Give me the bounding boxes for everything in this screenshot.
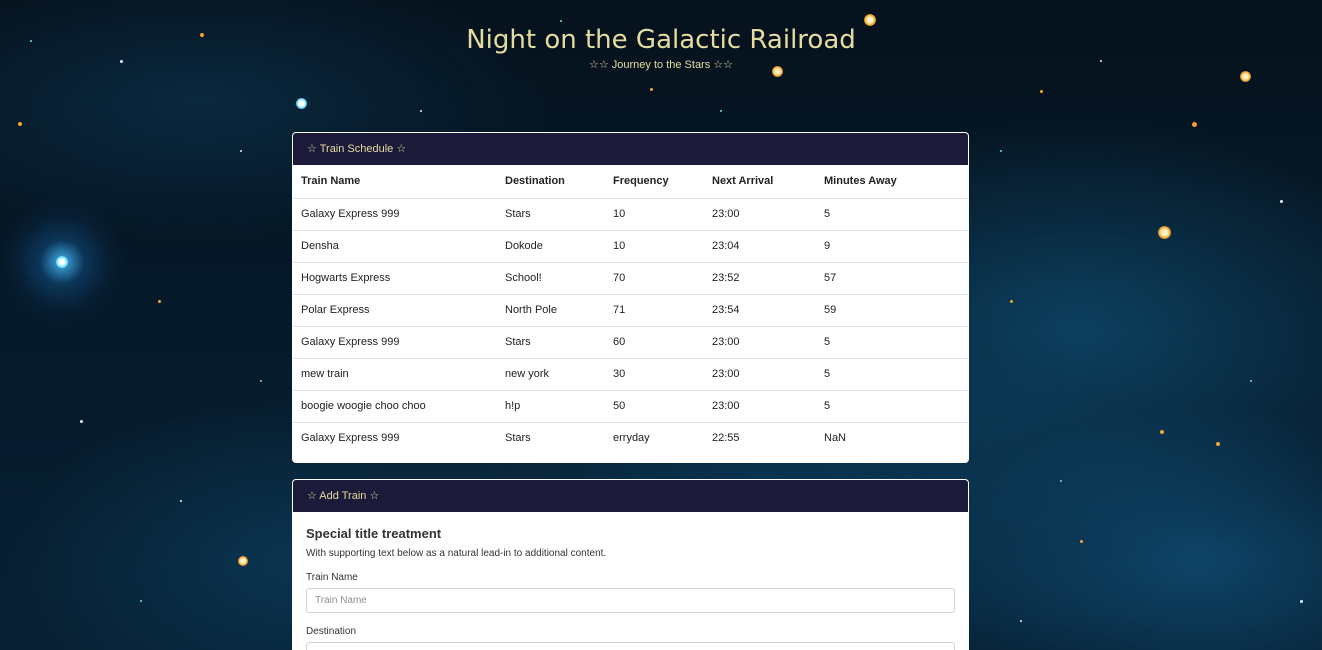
star (296, 98, 307, 109)
cell-train-name: Hogwarts Express (293, 261, 497, 294)
cell-next-arrival: 23:04 (704, 229, 816, 262)
cell-frequency: 71 (605, 293, 704, 326)
cell-frequency: 30 (605, 357, 704, 390)
cell-destination: Stars (505, 208, 531, 220)
star (1280, 200, 1283, 203)
cell-minutes-away: 9 (816, 229, 968, 262)
table-row: Galaxy Express 999 Stars 10 23:00 5 (293, 198, 968, 230)
cell-train-name: boogie woogie choo choo (293, 389, 497, 422)
star (1216, 442, 1220, 446)
train-schedule-table: Train Name Destination Frequency Next Ar… (293, 165, 968, 454)
star (240, 150, 242, 152)
cell-destination: Stars (497, 325, 605, 358)
cell-destination: Stars (497, 421, 605, 454)
add-train-form: Special title treatment With supporting … (293, 512, 968, 650)
star (1060, 480, 1062, 482)
add-train-header: ☆ Add Train ☆ (293, 480, 968, 512)
train-name-label: Train Name (306, 572, 358, 583)
cell-minutes-away: 5 (816, 357, 968, 390)
destination-label: Destination (306, 626, 357, 637)
cell-train-name: mew train (293, 357, 497, 390)
star (1240, 71, 1251, 82)
star (1300, 600, 1303, 603)
cell-minutes-away: 5 (816, 325, 968, 358)
cell-next-arrival: 23:52 (704, 261, 816, 294)
table-row: Galaxy Express 999 Stars erryday 22:55 N… (293, 421, 968, 454)
table-row: Hogwarts Express School! 70 23:52 57 (293, 261, 968, 294)
table-row: mew train new york 30 23:00 5 (293, 357, 968, 390)
star (1192, 122, 1197, 127)
column-header-next-arrival: Next Arrival (704, 165, 816, 199)
cell-destination: new york (497, 357, 605, 390)
cell-train-name: Galaxy Express 999 (301, 208, 400, 220)
cell-destination: Dokode (497, 229, 605, 262)
cell-train-name: Polar Express (293, 293, 497, 326)
column-header-frequency: Frequency (605, 165, 704, 199)
star (158, 300, 161, 303)
cell-destination: School! (497, 261, 605, 294)
page-subtitle: ☆☆ Journey to the Stars ☆☆ (589, 59, 733, 71)
cell-minutes-away: 59 (816, 293, 968, 326)
cell-frequency: 60 (605, 325, 704, 358)
star (420, 110, 422, 112)
cell-next-arrival: 22:55 (704, 421, 816, 454)
table-row: Galaxy Express 999 Stars 60 23:00 5 (293, 325, 968, 358)
add-train-card: ☆ Add Train ☆ Special title treatment Wi… (292, 479, 969, 650)
card-title: Special title treatment (306, 526, 442, 541)
star (560, 20, 562, 22)
star (720, 110, 722, 112)
cell-frequency: 70 (605, 261, 704, 294)
train-schedule-header: ☆ Train Schedule ☆ (293, 133, 968, 165)
cell-frequency: 10 (613, 208, 626, 220)
star (18, 122, 22, 126)
cell-next-arrival: 23:00 (712, 208, 740, 220)
star (238, 556, 248, 566)
cell-frequency: 10 (605, 229, 704, 262)
star (1020, 620, 1022, 622)
star (1158, 226, 1171, 239)
table-row: Polar Express North Pole 71 23:54 59 (293, 293, 968, 326)
cell-next-arrival: 23:00 (704, 325, 816, 358)
star (1250, 380, 1252, 382)
star (80, 420, 83, 423)
star (56, 256, 68, 268)
destination-input[interactable] (306, 642, 955, 650)
star (140, 600, 142, 602)
cell-frequency: erryday (605, 421, 704, 454)
star (1040, 90, 1043, 93)
card-text: With supporting text below as a natural … (306, 548, 607, 559)
star (1010, 300, 1013, 303)
star (260, 380, 262, 382)
star (1160, 430, 1164, 434)
cell-next-arrival: 23:00 (704, 357, 816, 390)
star (1000, 150, 1002, 152)
table-row: boogie woogie choo choo h!p 50 23:00 5 (293, 389, 968, 422)
table-header-row: Train Name Destination Frequency Next Ar… (293, 165, 968, 199)
cell-minutes-away: NaN (816, 421, 968, 454)
cell-frequency: 50 (605, 389, 704, 422)
column-header-destination: Destination (497, 165, 605, 199)
column-header-train-name: Train Name (293, 165, 497, 199)
star (1080, 540, 1083, 543)
star (650, 88, 653, 91)
table-row: Densha Dokode 10 23:04 9 (293, 229, 968, 262)
cell-train-name: Galaxy Express 999 (293, 325, 497, 358)
star (180, 500, 182, 502)
cell-minutes-away: 5 (824, 208, 831, 220)
cell-train-name: Densha (293, 229, 497, 262)
cell-next-arrival: 23:54 (704, 293, 816, 326)
page-header: Night on the Galactic Railroad ☆☆ Journe… (0, 24, 1322, 72)
cell-destination: h!p (497, 389, 605, 422)
page-title: Night on the Galactic Railroad (466, 25, 856, 55)
train-schedule-card: ☆ Train Schedule ☆ Train Name Destinatio… (292, 132, 969, 463)
train-name-input[interactable] (306, 588, 955, 613)
cell-minutes-away: 5 (816, 389, 968, 422)
cell-next-arrival: 23:00 (704, 389, 816, 422)
column-header-minutes-away: Minutes Away (816, 165, 968, 199)
cell-train-name: Galaxy Express 999 (293, 421, 497, 454)
cell-destination: North Pole (497, 293, 605, 326)
cell-minutes-away: 57 (816, 261, 968, 294)
